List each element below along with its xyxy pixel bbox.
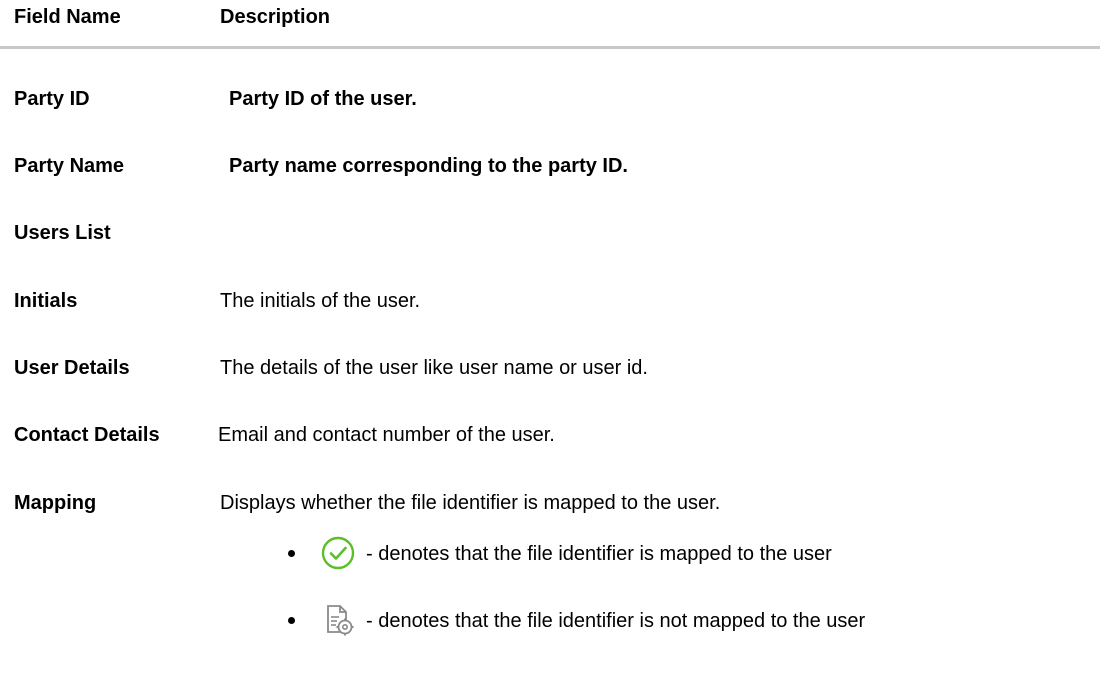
table-header: Field Name Description: [0, 0, 1100, 49]
field-description: Email and contact number of the user.: [218, 424, 555, 446]
field-name: Initials: [14, 290, 78, 312]
bullet-text: - denotes that the file identifier is ma…: [366, 543, 832, 565]
field-name: Mapping: [14, 492, 97, 514]
field-description: Party name corresponding to the party ID…: [229, 155, 628, 177]
document-settings-icon: [320, 602, 356, 638]
field-description: The details of the user like user name o…: [220, 357, 648, 379]
bullet-dot: [288, 617, 295, 624]
field-name: Party ID: [14, 88, 90, 110]
field-name: Party Name: [14, 155, 125, 177]
description-header: Description: [220, 6, 331, 28]
table-row-mapping: Mapping Displays whether the file identi…: [0, 492, 1100, 522]
table-row-user-details: User Details The details of the user lik…: [0, 357, 1100, 387]
table-row-party-name: Party Name Party name corresponding to t…: [0, 155, 1100, 185]
check-circle-icon: [320, 535, 356, 571]
bullet-dot: [288, 550, 295, 557]
section-heading: Users List: [14, 222, 111, 244]
mapping-bullet-not-mapped: - denotes that the file identifier is no…: [288, 602, 1088, 646]
field-description: The initials of the user.: [220, 290, 421, 312]
mapping-bullet-mapped: - denotes that the file identifier is ma…: [288, 535, 1088, 579]
field-description: Displays whether the file identifier is …: [220, 492, 721, 514]
field-name-header: Field Name: [14, 6, 121, 28]
field-description: Party ID of the user.: [229, 88, 417, 110]
bullet-text: - denotes that the file identifier is no…: [366, 610, 866, 632]
table-row-party-id: Party ID Party ID of the user.: [0, 88, 1100, 118]
field-name: Contact Details: [14, 424, 160, 446]
table-row-users-list: Users List: [0, 222, 1100, 252]
table-row-initials: Initials The initials of the user.: [0, 290, 1100, 320]
field-name: User Details: [14, 357, 130, 379]
table-row-contact-details: Contact Details Email and contact number…: [0, 424, 1100, 454]
